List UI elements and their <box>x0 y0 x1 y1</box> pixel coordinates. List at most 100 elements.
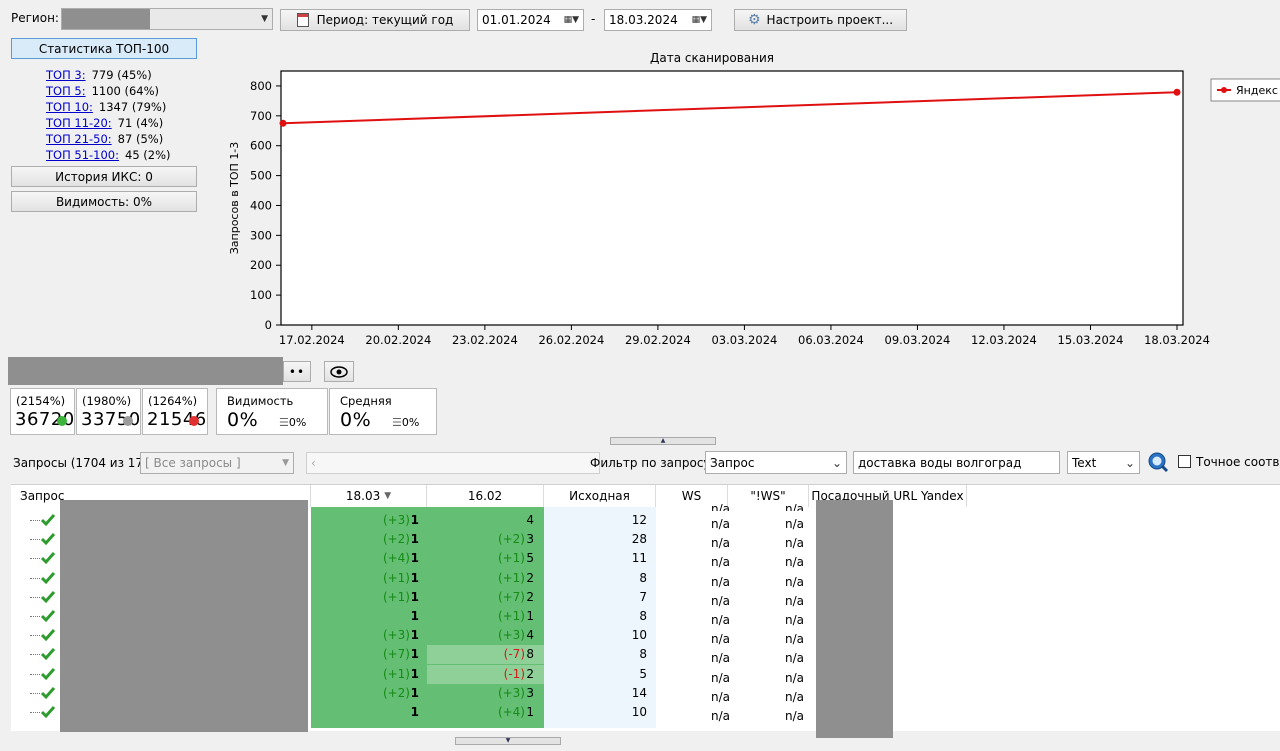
initial-value: 8 <box>639 570 647 585</box>
date-to-field[interactable]: 18.03.2024 ▦▼ <box>604 9 712 31</box>
visibility-button[interactable]: Видимость: 0% <box>11 191 197 212</box>
table-row[interactable]: (+2) 1 (+2) 3 28 n/a n/a <box>12 530 1280 550</box>
visibility-label: Видимость: 0% <box>55 194 153 209</box>
checkmark-icon <box>40 590 56 603</box>
calendar-icon <box>296 13 309 27</box>
d1-value: 1 <box>410 666 419 681</box>
iks-history-label: История ИКС: 0 <box>55 169 153 184</box>
y-tick-label: 600 <box>250 139 272 153</box>
period-button[interactable]: Период: текущий год <box>280 9 470 31</box>
gear-icon: ⚙ <box>747 12 761 28</box>
average-value: 0% <box>340 409 372 431</box>
y-axis-label: Запросов в ТОП 1-3 <box>228 142 241 255</box>
query-group-select[interactable]: [ Все запросы ] ▼ <box>140 452 294 474</box>
table-row[interactable]: (+1) 1 (-1) 2 5 n/a n/a <box>12 664 1280 685</box>
period-label: Период: текущий год <box>316 13 454 27</box>
summary-card-percent: (1980%) <box>82 394 132 408</box>
table-row[interactable]: 1 (+4) 1 10 n/a n/a <box>12 703 1280 723</box>
d1-delta: (+7) <box>382 647 410 662</box>
view-toggle-button[interactable] <box>324 361 354 382</box>
y-tick-label: 400 <box>250 198 272 212</box>
date-to-text: 18.03.2024 <box>609 13 678 27</box>
table-row[interactable]: (+3) 1 4 12 n/a n/a <box>12 511 1280 531</box>
table-row[interactable]: (+3) 1 (+3) 4 10 n/a n/a <box>12 626 1280 646</box>
calendar-dropdown-icon[interactable]: ▦▼ <box>692 15 707 25</box>
x-tick-label: 18.03.2024 <box>1144 333 1210 347</box>
horizontal-scroll-left[interactable]: ‹ <box>306 452 600 474</box>
iks-history-button[interactable]: История ИКС: 0 <box>11 166 197 187</box>
tree-connector <box>30 616 40 617</box>
d1-value: 1 <box>410 551 419 566</box>
dots-icon: •• <box>288 364 306 379</box>
more-button[interactable]: •• <box>283 361 311 382</box>
top-stat-link[interactable]: ТОП 10: <box>46 99 93 115</box>
search-icon <box>1148 452 1169 473</box>
table-row[interactable]: (+4) 1 (+1) 5 11 n/a n/a <box>12 549 1280 569</box>
d2-delta: (+4) <box>497 705 525 719</box>
table-row[interactable]: (+2) 1 (+3) 3 14 n/a n/a <box>12 684 1280 704</box>
top-stat-value: 1347 (79%) <box>98 100 167 114</box>
filter-field-select[interactable]: Запрос ⌄ <box>705 451 847 474</box>
checkmark-icon <box>40 533 56 546</box>
x-tick-label: 15.03.2024 <box>1058 333 1124 347</box>
x-tick-label: 09.03.2024 <box>885 333 951 347</box>
region-label: Регион: <box>11 11 59 25</box>
average-title: Средняя <box>340 394 392 408</box>
d1-value: 1 <box>410 609 419 623</box>
d1-delta: (+3) <box>382 628 410 643</box>
d2-delta: (-7) <box>503 647 525 662</box>
tree-connector <box>30 654 40 656</box>
top100-stats-button[interactable]: Статистика ТОП-100 <box>11 38 197 59</box>
splitter-handle[interactable]: ▲ <box>610 437 716 445</box>
top-stat-link[interactable]: ТОП 5: <box>46 83 86 99</box>
d2-value: 2 <box>526 589 534 604</box>
top-stat-row: ТОП 5: 1100 (64%) <box>46 83 196 99</box>
d1-value: 1 <box>410 513 419 527</box>
splitter-handle[interactable]: ▼ <box>455 737 561 745</box>
d2-value: 1 <box>526 705 534 719</box>
d1-delta: (+4) <box>382 551 410 566</box>
y-tick-label: 0 <box>265 318 272 332</box>
table-row[interactable]: (+7) 1 (-7) 8 8 n/a n/a <box>12 645 1280 665</box>
queries-count-label: Запросы (1704 из 1704 <box>13 456 159 470</box>
exact-match-checkbox[interactable] <box>1178 455 1191 468</box>
y-tick-label: 200 <box>250 258 272 272</box>
d1-delta: (+3) <box>382 513 410 527</box>
query-group-value: [ Все запросы ] <box>145 456 241 470</box>
legend-marker <box>1221 87 1227 93</box>
y-tick-label: 500 <box>250 169 272 183</box>
visibility-small: ☰0% <box>279 416 307 429</box>
status-dot-icon <box>189 416 199 426</box>
initial-value: 8 <box>639 609 647 623</box>
top-stat-link[interactable]: ТОП 21-50: <box>46 131 112 147</box>
region-select[interactable]: ▼ <box>61 8 273 30</box>
top-stat-value: 1100 (64%) <box>91 84 160 98</box>
chevron-down-icon: ⌄ <box>831 455 842 470</box>
table-row[interactable]: (+1) 1 (+1) 2 8 n/a n/a <box>12 569 1280 589</box>
table-row[interactable]: (+1) 1 (+7) 2 7 n/a n/a <box>12 588 1280 608</box>
tree-connector <box>30 558 40 560</box>
table-row[interactable]: 1 (+1) 1 8 n/a n/a <box>12 607 1280 627</box>
search-button[interactable] <box>1147 451 1170 473</box>
checkmark-icon <box>40 648 56 661</box>
table-row[interactable]: n/a n/a <box>12 498 1280 511</box>
summary-card-percent: (2154%) <box>16 394 66 408</box>
d2-delta: (+3) <box>497 685 525 700</box>
top-stat-link[interactable]: ТОП 3: <box>46 67 86 83</box>
filter-text-input[interactable]: доставка воды волгоград <box>853 451 1060 474</box>
list-icon: ☰ <box>392 416 402 429</box>
top-stat-row: ТОП 21-50: 87 (5%) <box>46 131 196 147</box>
date-from-field[interactable]: 01.01.2024 ▦▼ <box>477 9 584 31</box>
d1-value: 1 <box>410 532 419 547</box>
configure-project-button[interactable]: ⚙ Настроить проект... <box>734 9 907 31</box>
x-tick-label: 29.02.2024 <box>625 333 691 347</box>
top-stat-link[interactable]: ТОП 11-20: <box>46 115 112 131</box>
calendar-dropdown-icon[interactable]: ▦▼ <box>564 15 579 25</box>
checkmark-icon <box>40 629 56 642</box>
tree-connector <box>30 539 40 541</box>
top-stat-link[interactable]: ТОП 51-100: <box>46 147 119 163</box>
top-stat-value: 45 (2%) <box>125 148 171 162</box>
x-tick-label: 20.02.2024 <box>365 333 431 347</box>
filter-type-select[interactable]: Text ⌄ <box>1067 451 1140 474</box>
y-tick-label: 300 <box>250 228 272 242</box>
